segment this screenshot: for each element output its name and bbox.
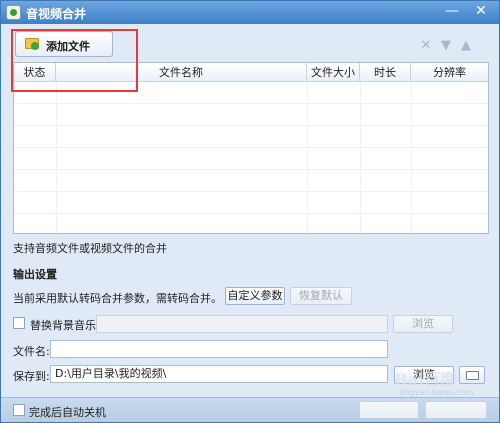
watermark-logo: Bai百度 (394, 370, 456, 389)
highlight-annotation (11, 29, 138, 92)
column-divider (307, 82, 308, 233)
arrow-down-icon[interactable]: ▼ (439, 39, 453, 53)
window-title: 音视频合并 (26, 7, 87, 21)
hint-text: 支持音频文件或视频文件的合并 (13, 242, 167, 255)
save-to-input[interactable]: D:\用户目录\我的视频\ (50, 365, 388, 383)
save-to-label: 保存到: (13, 370, 50, 383)
custom-params-button[interactable]: 自定义参数 (225, 287, 285, 305)
browse-music-button[interactable]: 浏览 (393, 315, 453, 333)
app-window: 音视频合并 — ✕ 添加文件 ✕ ▼ ▲ 状态 文件名称 文件大小 时长 分辨率 (0, 0, 500, 423)
column-divider (360, 82, 361, 233)
table-row (14, 148, 488, 170)
filename-label: 文件名: (13, 345, 50, 358)
replace-bg-music-checkbox[interactable] (13, 317, 25, 329)
table-row (14, 170, 488, 192)
app-icon (6, 5, 21, 20)
arrow-up-icon[interactable]: ▲ (459, 39, 473, 53)
column-filesize[interactable]: 文件大小 (307, 63, 360, 82)
restore-default-button[interactable]: 恢复默认 (290, 287, 352, 305)
auto-shutdown-label: 完成后自动关机 (29, 406, 106, 419)
close-icon[interactable]: ✕ (419, 39, 433, 53)
column-divider (411, 82, 412, 233)
column-duration[interactable]: 时长 (360, 63, 411, 82)
auto-shutdown-checkbox[interactable] (13, 404, 25, 416)
minimize-button[interactable]: — (441, 2, 463, 21)
replace-bg-music-label: 替换背景音乐 (30, 319, 96, 332)
table-row (14, 214, 488, 233)
table-row (14, 126, 488, 148)
baidu-watermark: Bai百度 jingyan.baidu.com (394, 366, 498, 408)
bg-music-input[interactable] (96, 315, 388, 333)
param-description: 当前采用默认转码合并参数，需转码合并。 (13, 292, 222, 305)
column-resolution[interactable]: 分辨率 (411, 63, 488, 82)
table-row (14, 192, 488, 214)
filename-input[interactable] (50, 340, 388, 358)
table-row (14, 104, 488, 126)
column-divider (56, 82, 57, 233)
output-settings-title: 输出设置 (13, 268, 57, 281)
close-button[interactable]: ✕ (467, 2, 495, 21)
title-bar: 音视频合并 — ✕ (1, 1, 499, 24)
watermark-url: jingyan.baidu.com (400, 388, 474, 397)
